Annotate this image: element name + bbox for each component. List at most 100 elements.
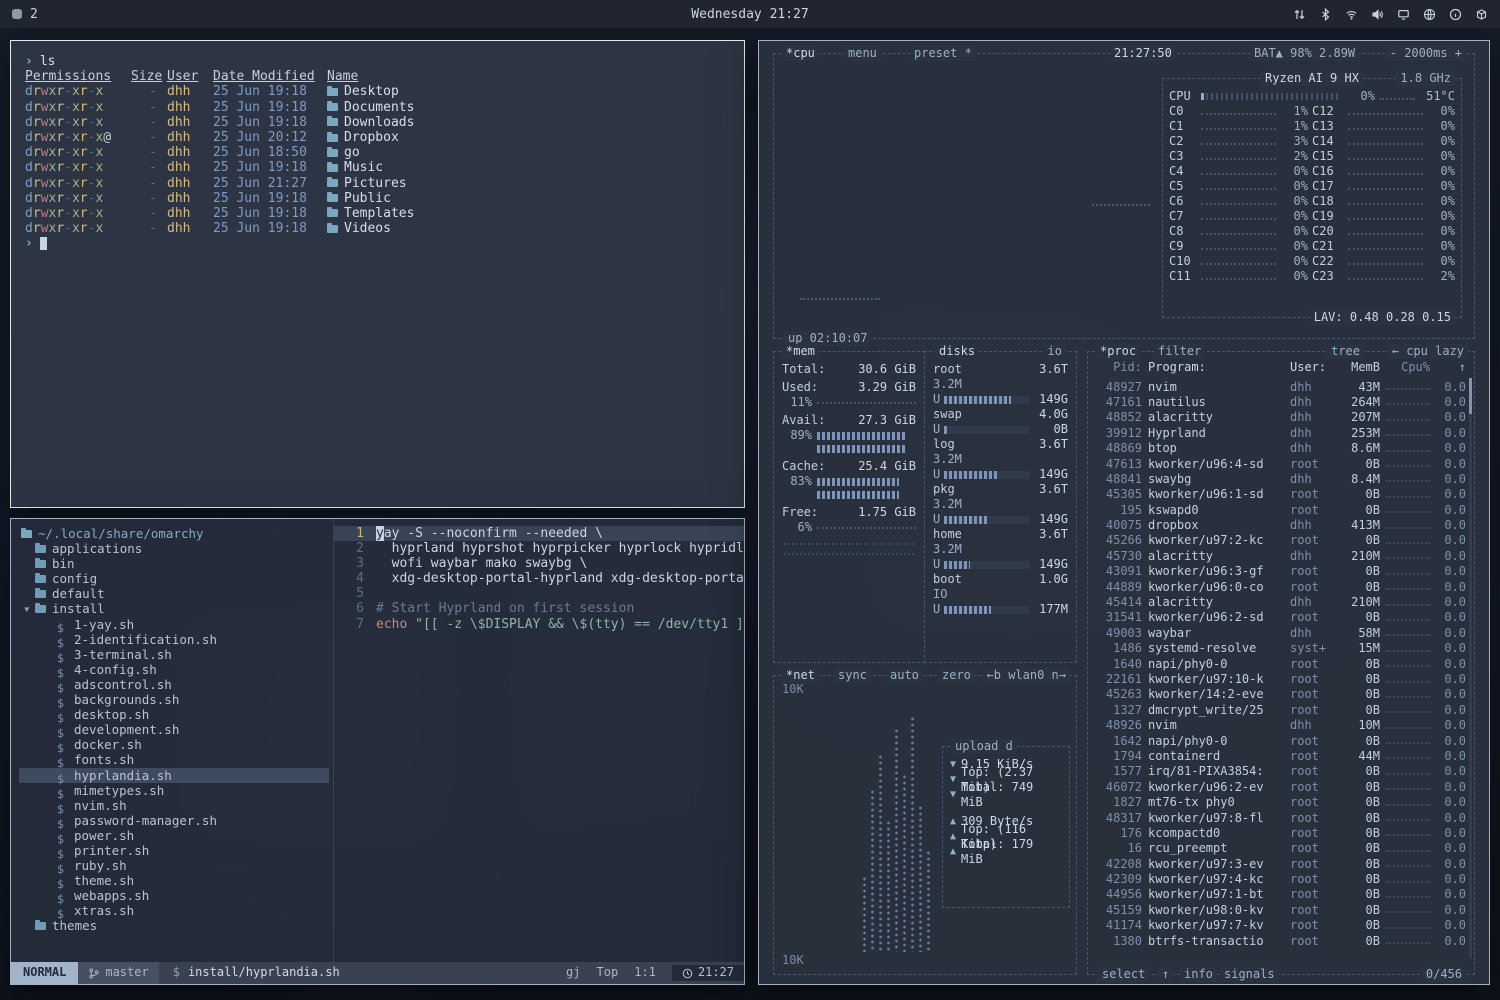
tree-item[interactable]: ruby.sh: [19, 858, 333, 873]
tree-item[interactable]: password-manager.sh: [19, 813, 333, 828]
process-row[interactable]: 45263 kworker/14:2-eve root 0B 0.0: [1096, 687, 1466, 702]
cpu-header[interactable]: Cpu%: [1386, 360, 1430, 375]
display-icon[interactable]: [1397, 8, 1410, 21]
process-row[interactable]: 43091 kworker/u96:3-gf root 0B 0.0: [1096, 564, 1466, 579]
info-button[interactable]: info: [1180, 967, 1217, 982]
process-row[interactable]: 45159 kworker/u98:0-kv root 0B 0.0: [1096, 903, 1466, 918]
globe-icon[interactable]: [1423, 8, 1436, 21]
editor-window[interactable]: ~/.local/share/omarchy applications bin: [10, 518, 745, 985]
tree-item[interactable]: 2-identification.sh: [19, 632, 333, 647]
tree-item[interactable]: hyprlandia.sh: [19, 768, 329, 783]
process-row[interactable]: 47613 kworker/u96:4-sd root 0B 0.0: [1096, 456, 1466, 471]
process-row[interactable]: 1642 napi/phy0-0 root 0B 0.0: [1096, 733, 1466, 748]
process-row[interactable]: 22161 kworker/u97:10-k root 0B 0.0: [1096, 672, 1466, 687]
tree-item[interactable]: 4-config.sh: [19, 662, 333, 677]
terminal-window[interactable]: › ls Permissions Size User Date Modified…: [10, 40, 745, 508]
filter-button[interactable]: filter: [1154, 344, 1205, 359]
program-header[interactable]: Program:: [1148, 360, 1284, 375]
tree-item[interactable]: xtras.sh: [19, 903, 333, 918]
process-row[interactable]: 44956 kworker/u97:1-bt root 0B 0.0: [1096, 887, 1466, 902]
process-row[interactable]: 40075 dropbox dhh 413M 0.0: [1096, 518, 1466, 533]
process-row[interactable]: 1640 napi/phy0-0 root 0B 0.0: [1096, 656, 1466, 671]
process-row[interactable]: 16 rcu_preempt root 0B 0.0: [1096, 841, 1466, 856]
tree-item[interactable]: backgrounds.sh: [19, 692, 333, 707]
process-row[interactable]: 1486 systemd-resolve syst+ 15M 0.0: [1096, 641, 1466, 656]
process-row[interactable]: 1380 btrfs-transactio root 0B 0.0: [1096, 933, 1466, 948]
tree-item[interactable]: config: [19, 571, 333, 586]
code-line[interactable]: 7echo "[[ -z \$DISPLAY && \$(tty) == /de…: [334, 617, 744, 632]
terminal-input-line[interactable]: ›: [25, 236, 730, 251]
process-row[interactable]: 47161 nautilus dhh 264M 0.0: [1096, 395, 1466, 410]
tree-item[interactable]: development.sh: [19, 722, 333, 737]
process-row[interactable]: 48841 swaybg dhh 8.4M 0.0: [1096, 472, 1466, 487]
tree-view-button[interactable]: tree: [1327, 344, 1364, 359]
tree-item[interactable]: bin: [19, 556, 333, 571]
process-row[interactable]: 45730 alacritty dhh 210M 0.0: [1096, 549, 1466, 564]
process-row[interactable]: 31541 kworker/u96:2-sd root 0B 0.0: [1096, 610, 1466, 625]
process-row[interactable]: 39912 Hyprland dhh 253M 0.0: [1096, 426, 1466, 441]
process-row[interactable]: 176 kcompactd0 root 0B 0.0: [1096, 826, 1466, 841]
tree-item[interactable]: nvim.sh: [19, 798, 333, 813]
code-line[interactable]: 6# Start Hyprland on first session: [334, 601, 744, 616]
process-row[interactable]: 1577 irq/81-PIXA3854: root 0B 0.0: [1096, 764, 1466, 779]
tree-item[interactable]: power.sh: [19, 828, 333, 843]
process-row[interactable]: 195 kswapd0 root 0B 0.0: [1096, 503, 1466, 518]
wifi-icon[interactable]: [1345, 8, 1358, 21]
code-line[interactable]: 5: [334, 586, 744, 601]
preset-button[interactable]: preset *: [910, 46, 976, 61]
process-row[interactable]: 44889 kworker/u96:0-co root 0B 0.0: [1096, 579, 1466, 594]
user-header[interactable]: User:: [1290, 360, 1334, 375]
tree-item[interactable]: ▾ install: [19, 601, 333, 616]
menu-button[interactable]: menu: [844, 46, 881, 61]
file-tree[interactable]: ~/.local/share/omarchy applications bin: [11, 519, 333, 962]
bluetooth-icon[interactable]: [1319, 8, 1332, 21]
workspace-number[interactable]: 2: [30, 7, 38, 22]
disks-box-title[interactable]: disks: [935, 344, 979, 359]
process-row[interactable]: 48317 kworker/u97:8-fl root 0B 0.0: [1096, 810, 1466, 825]
interface-selector[interactable]: ←b wlan0 n→: [983, 668, 1070, 683]
tree-item[interactable]: docker.sh: [19, 737, 333, 752]
tree-item[interactable]: 1-yay.sh: [19, 617, 333, 632]
tree-item[interactable]: applications: [19, 541, 333, 556]
tree-item[interactable]: default: [19, 586, 333, 601]
volume-icon[interactable]: [1371, 8, 1384, 21]
process-row[interactable]: 41174 kworker/u97:7-kv root 0B 0.0: [1096, 918, 1466, 933]
code-line[interactable]: 4 xdg-desktop-portal-hyprland xdg-deskto…: [334, 571, 744, 586]
tree-item[interactable]: themes: [19, 918, 333, 933]
process-scrollbar[interactable]: [1469, 378, 1472, 958]
tree-item[interactable]: printer.sh: [19, 843, 333, 858]
tree-item[interactable]: 3-terminal.sh: [19, 647, 333, 662]
system-monitor-window[interactable]: *cpu menu preset * 21:27:50 BAT▲ 98% 2.8…: [758, 40, 1490, 985]
sync-button[interactable]: sync: [834, 668, 871, 683]
zero-button[interactable]: zero: [938, 668, 975, 683]
process-row[interactable]: 42208 kworker/u97:3-ev root 0B 0.0: [1096, 857, 1466, 872]
scroll-up-button[interactable]: ↑: [1158, 967, 1173, 982]
process-row[interactable]: 42309 kworker/u97:4-kc root 0B 0.0: [1096, 872, 1466, 887]
process-row[interactable]: 1827 mt76-tx phy0 root 0B 0.0: [1096, 795, 1466, 810]
process-row[interactable]: 48852 alacritty dhh 207M 0.0: [1096, 410, 1466, 425]
code-editor[interactable]: 1yay -S --noconfirm --needed \2 hyprland…: [333, 519, 744, 962]
code-line[interactable]: 3 wofi waybar mako swaybg \: [334, 556, 744, 571]
process-row[interactable]: 48869 btop dhh 8.6M 0.0: [1096, 441, 1466, 456]
select-button[interactable]: select: [1098, 967, 1149, 982]
signals-button[interactable]: signals: [1220, 967, 1279, 982]
process-row[interactable]: 45414 alacritty dhh 210M 0.0: [1096, 595, 1466, 610]
proc-sort-mode[interactable]: ← cpu lazy: [1388, 344, 1468, 359]
pid-header[interactable]: Pid:: [1096, 360, 1142, 375]
process-row[interactable]: 49003 waybar dhh 58M 0.0: [1096, 626, 1466, 641]
code-line[interactable]: 2 hyprland hyprshot hyprpicker hyprlock …: [334, 541, 744, 556]
updown-arrows-icon[interactable]: [1293, 8, 1306, 21]
tree-item[interactable]: desktop.sh: [19, 707, 333, 722]
tree-item[interactable]: theme.sh: [19, 873, 333, 888]
info-icon[interactable]: [1449, 8, 1462, 21]
process-row[interactable]: 46072 kworker/u96:2-ev root 0B 0.0: [1096, 780, 1466, 795]
tree-item[interactable]: mimetypes.sh: [19, 783, 333, 798]
auto-button[interactable]: auto: [886, 668, 923, 683]
process-row[interactable]: 45305 kworker/u96:1-sd root 0B 0.0: [1096, 487, 1466, 502]
memory-header[interactable]: MemB: [1340, 360, 1380, 375]
code-line[interactable]: 1yay -S --noconfirm --needed \: [334, 526, 744, 541]
process-row[interactable]: 48927 nvim dhh 43M 0.0: [1096, 379, 1466, 394]
sort-arrow-icon[interactable]: ↑: [1436, 360, 1466, 375]
package-icon[interactable]: [1475, 8, 1488, 21]
io-mode-button[interactable]: io: [1044, 344, 1066, 359]
